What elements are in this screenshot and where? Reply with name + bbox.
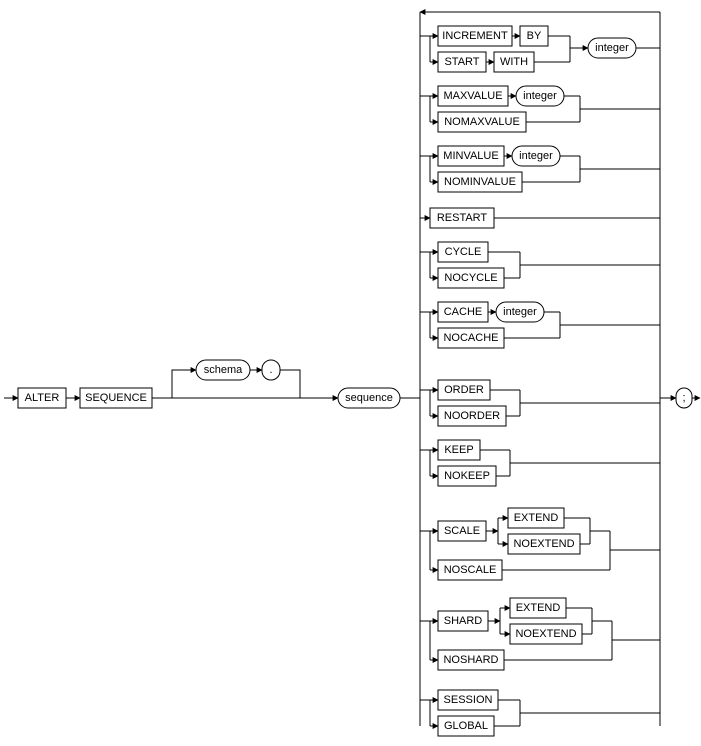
term-schema: schema xyxy=(196,360,250,380)
kw-nocycle-label: NOCYCLE xyxy=(444,272,497,284)
kw-global: GLOBAL xyxy=(438,716,494,736)
kw-start-label: START xyxy=(444,56,479,68)
kw-noshard-label: NOSHARD xyxy=(443,654,498,666)
kw-nocycle: NOCYCLE xyxy=(438,268,504,288)
term-integer-inc-label: integer xyxy=(595,42,629,54)
kw-alter: ALTER xyxy=(18,388,66,408)
kw-noorder: NOORDER xyxy=(438,406,506,426)
kw-alter-label: ALTER xyxy=(25,392,60,404)
kw-maxvalue: MAXVALUE xyxy=(438,86,508,106)
kw-order-label: ORDER xyxy=(444,384,484,396)
kw-start: START xyxy=(438,52,486,72)
kw-shard-label: SHARD xyxy=(444,615,483,627)
kw-shard: SHARD xyxy=(438,611,488,631)
kw-scale-noextend: NOEXTEND xyxy=(508,534,580,554)
kw-nominvalue-label: NOMINVALUE xyxy=(444,176,516,188)
term-dot-label: . xyxy=(269,364,272,376)
kw-sequence-label: SEQUENCE xyxy=(85,392,147,404)
kw-scale: SCALE xyxy=(438,521,486,541)
kw-keep: KEEP xyxy=(438,440,480,460)
kw-nokeep-label: NOKEEP xyxy=(444,470,490,482)
kw-maxvalue-label: MAXVALUE xyxy=(443,90,502,102)
kw-shard-noextend-label: NOEXTEND xyxy=(515,628,576,640)
kw-nocache: NOCACHE xyxy=(438,328,504,348)
term-sequence-label: sequence xyxy=(345,392,393,404)
term-semicolon: ; xyxy=(676,388,692,408)
kw-increment-label: INCREMENT xyxy=(442,30,508,42)
kw-restart-label: RESTART xyxy=(437,212,488,224)
kw-nomaxvalue: NOMAXVALUE xyxy=(438,112,526,132)
kw-nokeep: NOKEEP xyxy=(438,466,496,486)
kw-session: SESSION xyxy=(438,690,498,710)
kw-restart: RESTART xyxy=(430,208,494,228)
term-sequence: sequence xyxy=(338,388,400,408)
kw-noscale: NOSCALE xyxy=(438,560,502,580)
kw-noscale-label: NOSCALE xyxy=(444,564,497,576)
kw-by: BY xyxy=(520,26,548,46)
kw-cache-label: CACHE xyxy=(444,306,483,318)
term-integer-max: integer xyxy=(516,86,564,106)
kw-sequence: SEQUENCE xyxy=(80,388,152,408)
kw-nominvalue: NOMINVALUE xyxy=(438,172,522,192)
kw-scale-extend-label: EXTEND xyxy=(514,512,559,524)
kw-by-label: BY xyxy=(527,30,542,42)
kw-nomaxvalue-label: NOMAXVALUE xyxy=(444,116,520,128)
kw-with: WITH xyxy=(494,52,534,72)
kw-keep-label: KEEP xyxy=(444,444,473,456)
kw-noorder-label: NOORDER xyxy=(444,410,500,422)
kw-minvalue-label: MINVALUE xyxy=(443,150,498,162)
term-integer-max-label: integer xyxy=(523,90,557,102)
term-integer-min: integer xyxy=(512,146,560,166)
kw-nocache-label: NOCACHE xyxy=(443,332,498,344)
kw-cache: CACHE xyxy=(438,302,488,322)
kw-scale-label: SCALE xyxy=(444,525,480,537)
term-schema-label: schema xyxy=(204,364,243,376)
kw-cycle-label: CYCLE xyxy=(445,246,482,258)
kw-shard-extend: EXTEND xyxy=(510,598,566,618)
term-integer-cache: integer xyxy=(496,302,544,322)
term-integer-min-label: integer xyxy=(519,150,553,162)
kw-cycle: CYCLE xyxy=(438,242,488,262)
kw-scale-noextend-label: NOEXTEND xyxy=(513,538,574,550)
kw-order: ORDER xyxy=(438,380,490,400)
kw-noshard: NOSHARD xyxy=(438,650,504,670)
term-semicolon-label: ; xyxy=(682,392,685,404)
kw-scale-extend: EXTEND xyxy=(508,508,564,528)
term-integer-inc: integer xyxy=(588,38,636,58)
kw-session-label: SESSION xyxy=(444,694,493,706)
kw-shard-noextend: NOEXTEND xyxy=(510,624,582,644)
kw-shard-extend-label: EXTEND xyxy=(516,602,561,614)
kw-global-label: GLOBAL xyxy=(444,720,488,732)
kw-with-label: WITH xyxy=(500,56,528,68)
term-integer-cache-label: integer xyxy=(503,306,537,318)
term-dot: . xyxy=(262,360,280,380)
kw-increment: INCREMENT xyxy=(438,26,512,46)
kw-minvalue: MINVALUE xyxy=(438,146,504,166)
